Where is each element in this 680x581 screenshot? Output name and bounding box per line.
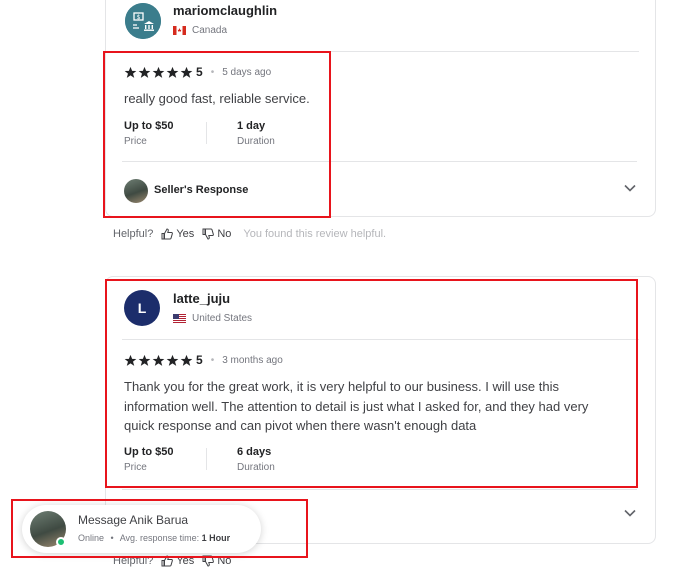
chevron-down-icon[interactable]	[623, 506, 637, 520]
helpful-note: You found this review helpful.	[243, 228, 387, 240]
thumbs-down-icon	[202, 228, 215, 240]
reviewer-avatar: $	[125, 3, 161, 39]
thumbs-up-icon	[161, 228, 174, 240]
divider	[122, 489, 637, 490]
canada-flag-icon	[173, 26, 186, 35]
helpful-yes-button[interactable]: Yes	[161, 228, 194, 240]
svg-text:$: $	[137, 14, 141, 21]
highlight-box	[103, 51, 331, 218]
yes-label: Yes	[176, 228, 195, 240]
reviewer-country: Canada	[173, 25, 227, 36]
no-label: No	[217, 228, 232, 240]
highlight-box	[105, 279, 638, 488]
bank-icon: $	[125, 3, 161, 39]
helpful-row: Helpful? Yes No You found this review he…	[113, 228, 386, 240]
chevron-down-icon[interactable]	[623, 181, 637, 195]
helpful-label: Helpful?	[113, 228, 154, 240]
country-name: Canada	[192, 25, 228, 36]
reviewer-username[interactable]: mariomclaughlin	[173, 3, 277, 18]
helpful-no-button[interactable]: No	[202, 228, 231, 240]
highlight-box	[11, 499, 308, 558]
